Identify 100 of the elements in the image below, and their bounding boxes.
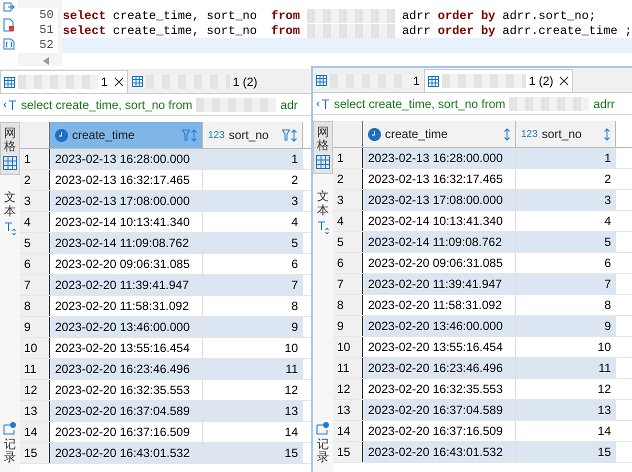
- table-cell: 7: [516, 274, 616, 294]
- column-header[interactable]: 123 sort_no: [516, 121, 616, 147]
- corner-header[interactable]: [20, 122, 50, 148]
- export-icon[interactable]: [2, 2, 15, 12]
- table-cell: 2023-02-20 16:37:04.589: [363, 400, 516, 420]
- row-number[interactable]: 13: [333, 400, 363, 420]
- sort-icon[interactable]: [191, 128, 197, 142]
- side-tab[interactable]: 网格: [313, 121, 333, 174]
- column-title: sort_no: [228, 127, 269, 144]
- close-icon[interactable]: [114, 77, 124, 87]
- sort-icon[interactable]: [604, 128, 610, 140]
- sql-keyword: order by: [438, 22, 496, 40]
- row-number[interactable]: 13: [20, 401, 50, 421]
- scroll-left-icon[interactable]: [42, 57, 49, 65]
- grid-icon: [316, 155, 330, 170]
- row-number[interactable]: 4: [20, 212, 50, 232]
- sort-icon[interactable]: [291, 128, 297, 142]
- row-number[interactable]: 2: [333, 169, 363, 189]
- result-tab[interactable]: 1 (2): [424, 69, 574, 92]
- filter-icon[interactable]: [182, 129, 190, 141]
- row-number[interactable]: 6: [20, 254, 50, 274]
- corner-header[interactable]: [333, 121, 363, 147]
- row-number[interactable]: 6: [333, 253, 363, 273]
- sql-keyword: from: [271, 8, 300, 24]
- row-number[interactable]: 12: [20, 380, 50, 400]
- row-number[interactable]: 3: [333, 190, 363, 210]
- query-text: select create_time, sort_no from: [334, 96, 506, 112]
- row-number[interactable]: 7: [20, 275, 50, 295]
- row-number[interactable]: 1: [20, 149, 50, 169]
- side-tab[interactable]: 记录: [0, 416, 20, 468]
- side-tab[interactable]: 文本: [0, 187, 20, 239]
- side-tab[interactable]: 文本: [313, 186, 333, 238]
- tab-label: 1: [101, 74, 108, 91]
- close-icon[interactable]: [559, 76, 570, 86]
- sql-keyword: select: [62, 22, 106, 40]
- table-cell: 13: [203, 401, 303, 421]
- table-cell: 2023-02-20 16:23:46.496: [50, 359, 203, 379]
- sort-icon[interactable]: [504, 128, 510, 140]
- row-number[interactable]: 9: [20, 317, 50, 337]
- row-number[interactable]: 11: [333, 358, 363, 378]
- table-cell: 9: [516, 316, 616, 336]
- filter-icon[interactable]: [282, 129, 290, 141]
- row-number[interactable]: 8: [333, 295, 363, 315]
- sql-text: adrr.sort_no;: [502, 8, 596, 24]
- side-tab[interactable]: 记录: [313, 416, 333, 468]
- file-error-icon[interactable]: [2, 18, 15, 32]
- row-number[interactable]: 10: [20, 338, 50, 358]
- sql-text-icon: [316, 98, 330, 110]
- column-title: create_time: [385, 126, 448, 143]
- table-cell: 7: [203, 275, 303, 295]
- row-number[interactable]: 12: [333, 379, 363, 399]
- row-number[interactable]: 11: [20, 359, 50, 379]
- table-cell: 2023-02-20 16:43:01.532: [363, 442, 516, 462]
- table-cell: 15: [203, 443, 303, 463]
- record-icon: [316, 420, 330, 435]
- row-number[interactable]: 2: [20, 170, 50, 190]
- tab-label: 1: [413, 72, 420, 90]
- query-text: select create_time, sort_no from: [21, 96, 192, 114]
- row-number[interactable]: 1: [333, 148, 363, 168]
- sql-text: create_time, sort_no: [112, 22, 258, 40]
- line-number: 52: [38, 38, 55, 53]
- table-cell: 3: [203, 191, 303, 211]
- sql-keyword: from: [271, 22, 300, 40]
- column-header[interactable]: 123 sort_no: [203, 122, 303, 148]
- type-label: 123: [521, 128, 538, 142]
- row-number[interactable]: 9: [333, 316, 363, 336]
- table-cell: 2023-02-20 16:23:46.496: [363, 358, 516, 378]
- variable-icon[interactable]: [2, 38, 15, 50]
- row-number[interactable]: 5: [20, 233, 50, 253]
- row-number[interactable]: 3: [20, 191, 50, 211]
- query-text: adrr: [593, 96, 615, 112]
- text-icon: [4, 220, 16, 235]
- row-number[interactable]: 7: [333, 274, 363, 294]
- result-tab[interactable]: 1: [0, 70, 128, 93]
- column-title: sort_no: [542, 126, 582, 143]
- grid-icon: [3, 156, 17, 170]
- row-number[interactable]: 14: [20, 422, 50, 442]
- tab-label: 1 (2): [528, 73, 554, 90]
- row-number[interactable]: 14: [333, 421, 363, 441]
- sql-text: adrr: [402, 22, 431, 40]
- table-cell: 2023-02-20 11:39:41.947: [50, 275, 203, 295]
- side-tab[interactable]: 网格: [0, 122, 20, 176]
- column-header[interactable]: create_time: [363, 121, 516, 147]
- table-cell: 2023-02-13 16:28:00.000: [50, 149, 203, 169]
- table-cell: 2023-02-20 11:39:41.947: [363, 274, 516, 294]
- column-header[interactable]: create_time: [50, 122, 203, 148]
- type-label: 123: [208, 128, 225, 142]
- table-cell: 2023-02-14 11:09:08.762: [50, 233, 203, 253]
- row-number[interactable]: 5: [333, 232, 363, 252]
- table-icon: [132, 76, 143, 87]
- row-number[interactable]: 8: [20, 296, 50, 316]
- table-icon: [316, 75, 327, 86]
- row-number[interactable]: 15: [333, 442, 363, 462]
- row-number[interactable]: 15: [20, 443, 50, 463]
- row-number[interactable]: 4: [333, 211, 363, 231]
- table-icon: [4, 76, 15, 88]
- table-icon: [428, 76, 439, 86]
- row-number[interactable]: 10: [333, 337, 363, 357]
- text-icon: [317, 220, 329, 234]
- table-cell: 11: [516, 358, 616, 378]
